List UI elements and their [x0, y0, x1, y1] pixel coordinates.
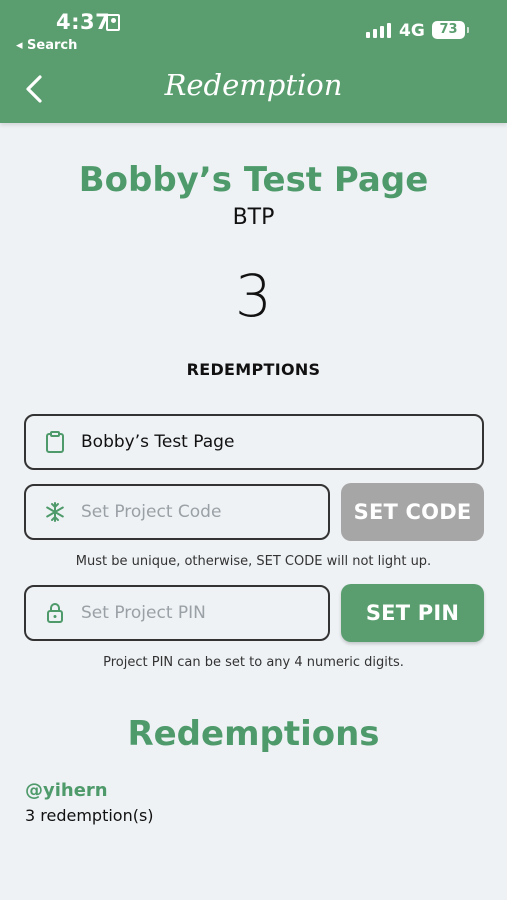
- project-pin-hint: Project PIN can be set to any 4 numeric …: [103, 655, 404, 670]
- back-to-search-link[interactable]: ◂ Search: [16, 38, 77, 53]
- project-name-field[interactable]: Bobby’s Test Page: [24, 414, 484, 470]
- padlock-icon: [43, 601, 67, 625]
- redemption-count-label: REDEMPTIONS: [186, 360, 321, 379]
- project-pin-field[interactable]: [24, 585, 330, 641]
- project-name-heading: Bobby’s Test Page: [78, 160, 429, 200]
- app-header: 4:37 ◂ Search 4G 73 Redemption: [0, 0, 507, 123]
- redemption-user-count: 3 redemption(s): [25, 806, 154, 825]
- redemptions-heading: Redemptions: [127, 714, 380, 754]
- project-code-input[interactable]: [81, 502, 301, 522]
- snowflake-icon: [43, 500, 67, 524]
- project-code-hint: Must be unique, otherwise, SET CODE will…: [75, 554, 432, 569]
- status-bar: 4:37 ◂ Search 4G 73: [0, 0, 507, 60]
- signal-icon: [366, 22, 392, 38]
- set-pin-button[interactable]: SET PIN: [341, 584, 484, 642]
- redemption-user-handle[interactable]: @yihern: [25, 780, 108, 801]
- network-type: 4G: [399, 21, 425, 41]
- page-title: Redemption: [164, 68, 343, 102]
- project-code-field[interactable]: [24, 484, 330, 540]
- redemption-count: 3: [235, 262, 272, 330]
- set-code-button[interactable]: SET CODE: [341, 483, 484, 541]
- status-time: 4:37: [56, 10, 111, 34]
- battery-icon: 73: [432, 21, 469, 39]
- clipboard-icon: [43, 430, 67, 454]
- project-short-code: BTP: [232, 205, 275, 230]
- project-name-value: Bobby’s Test Page: [81, 432, 235, 452]
- project-pin-input[interactable]: [81, 603, 301, 623]
- lock-icon: [106, 14, 120, 31]
